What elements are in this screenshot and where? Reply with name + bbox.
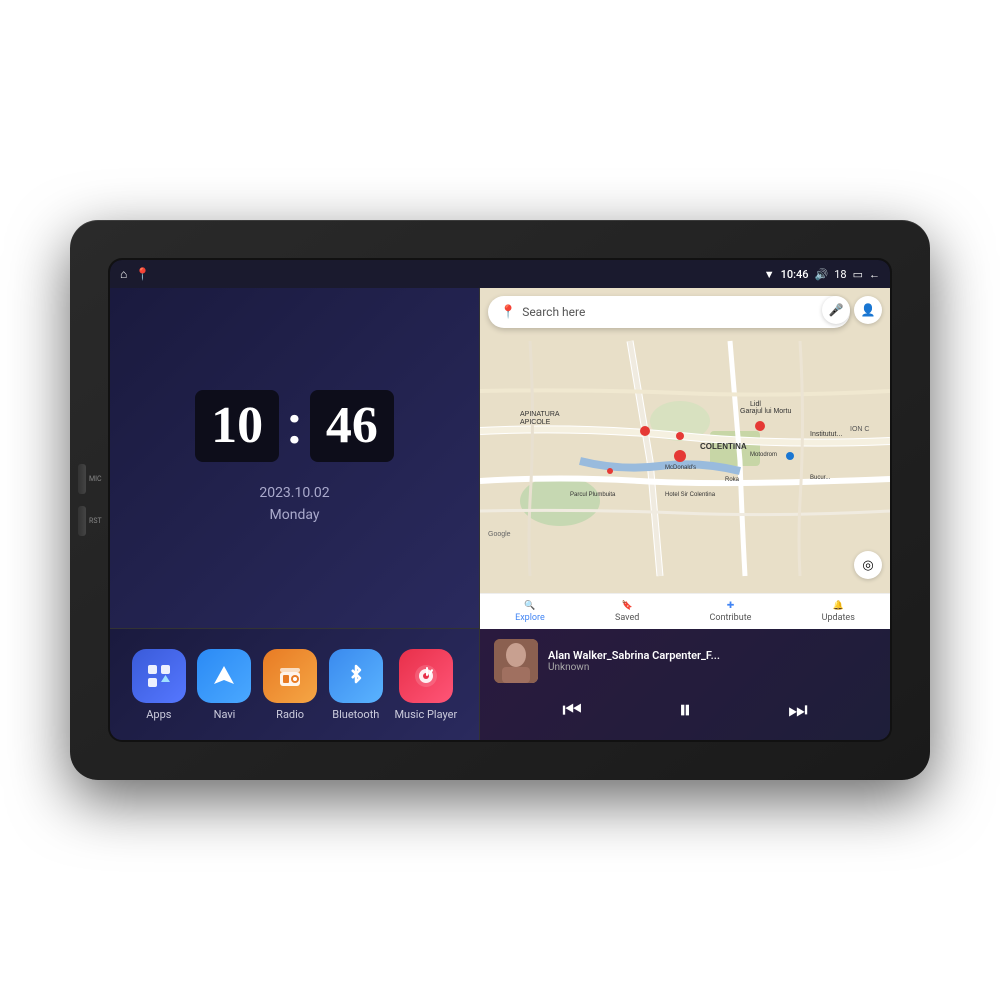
saved-label: Saved — [615, 613, 639, 623]
bluetooth-icon-box — [329, 649, 383, 703]
music-info-row: Alan Walker_Sabrina Carpenter_F... Unkno… — [494, 639, 876, 683]
explore-label: Explore — [515, 613, 545, 623]
app-item-bluetooth[interactable]: Bluetooth — [329, 649, 383, 721]
map-search-right-buttons: 🎤 👤 — [822, 296, 882, 324]
album-art — [494, 639, 538, 683]
play-pause-button[interactable]: ⏸ — [678, 695, 691, 726]
app-item-music[interactable]: Music Player — [394, 649, 457, 721]
music-artist: Unknown — [548, 662, 876, 673]
map-updates-tab[interactable]: 🔔 Updates — [822, 601, 855, 623]
status-bar-right: ▼ 10:46 🔊 18 ▭ ← — [764, 268, 880, 281]
bluetooth-label: Bluetooth — [332, 708, 379, 721]
main-content: 10 : 46 2023.10.02 Monday — [110, 288, 890, 740]
music-widget: Alan Walker_Sabrina Carpenter_F... Unkno… — [480, 629, 890, 740]
volume-level: 18 — [834, 268, 846, 281]
clock-display: 10 : 46 — [195, 390, 394, 462]
map-widget[interactable]: APINATURA APICOLE Garajul lui Mortu COLE… — [480, 288, 890, 629]
back-icon[interactable]: ← — [869, 268, 880, 281]
map-account-button[interactable]: 👤 — [854, 296, 882, 324]
updates-label: Updates — [822, 613, 855, 623]
svg-text:Motodrom: Motodrom — [750, 452, 777, 458]
svg-text:Lidl: Lidl — [750, 401, 761, 408]
status-time: 10:46 — [781, 268, 809, 281]
svg-text:Garajul lui Mortu: Garajul lui Mortu — [740, 408, 791, 415]
app-item-radio[interactable]: Radio — [263, 649, 317, 721]
music-title: Alan Walker_Sabrina Carpenter_F... — [548, 649, 876, 662]
map-search-text: Search here — [522, 305, 585, 319]
map-svg: APINATURA APICOLE Garajul lui Mortu COLE… — [480, 288, 890, 629]
car-unit: MIC RST ⌂ 📍 ▼ 10:46 🔊 18 ▭ ← — [70, 220, 930, 780]
explore-icon: 🔍 — [524, 601, 535, 611]
map-background: APINATURA APICOLE Garajul lui Mortu COLE… — [480, 288, 890, 629]
rst-button[interactable] — [78, 506, 86, 536]
rst-label: RST — [89, 517, 104, 525]
svg-text:APICOLE: APICOLE — [520, 419, 551, 426]
svg-text:ION C: ION C — [850, 426, 869, 433]
music-controls: ⏮ ⏸ ⏭ — [494, 691, 876, 730]
map-search-icon: 📍 — [500, 305, 516, 320]
radio-label: Radio — [276, 708, 304, 721]
apps-row: Apps Navi — [110, 629, 480, 740]
contribute-icon: ✚ — [727, 601, 735, 611]
music-details: Alan Walker_Sabrina Carpenter_F... Unkno… — [548, 649, 876, 673]
navi-icon — [197, 649, 251, 703]
svg-text:Hotel Sir Colentina: Hotel Sir Colentina — [665, 492, 716, 498]
svg-text:McDonald's: McDonald's — [665, 465, 696, 471]
music-icon-box — [399, 649, 453, 703]
map-compass[interactable]: ◎ — [854, 551, 882, 579]
app-item-navi[interactable]: Navi — [197, 649, 251, 721]
svg-text:Google: Google — [488, 531, 511, 538]
map-mic-button[interactable]: 🎤 — [822, 296, 850, 324]
map-contribute-tab[interactable]: ✚ Contribute — [710, 601, 752, 623]
screen: ⌂ 📍 ▼ 10:46 🔊 18 ▭ ← 10 : — [110, 260, 890, 740]
clock-colon: : — [287, 400, 302, 452]
mic-button[interactable] — [78, 464, 86, 494]
apps-label: Apps — [146, 708, 171, 721]
side-buttons: MIC RST — [78, 464, 104, 536]
svg-text:COLENTINA: COLENTINA — [700, 442, 747, 451]
status-bar-left: ⌂ 📍 — [120, 267, 150, 281]
radio-icon-box — [263, 649, 317, 703]
window-icon: ▭ — [853, 268, 863, 281]
map-icon[interactable]: 📍 — [135, 267, 150, 281]
clock-widget: 10 : 46 2023.10.02 Monday — [110, 288, 480, 629]
volume-icon: 🔊 — [815, 268, 829, 281]
svg-text:Roka: Roka — [725, 477, 740, 483]
svg-text:Parcul Plumbuita: Parcul Plumbuita — [570, 492, 616, 498]
clock-minute-box: 46 — [310, 390, 394, 462]
contribute-label: Contribute — [710, 613, 752, 623]
wifi-signal-icon: ▼ — [764, 268, 775, 281]
updates-icon: 🔔 — [833, 601, 844, 611]
album-img — [494, 639, 538, 683]
map-search-bar[interactable]: 📍 Search here — [488, 296, 850, 328]
svg-text:APINATURA: APINATURA — [520, 411, 560, 418]
map-explore-tab[interactable]: 🔍 Explore — [515, 601, 545, 623]
navi-label: Navi — [214, 708, 236, 721]
svg-text:Institutut...: Institutut... — [810, 431, 842, 438]
mic-label: MIC — [89, 475, 104, 483]
clock-hour: 10 — [211, 397, 263, 454]
apps-icon — [132, 649, 186, 703]
clock-minute: 46 — [326, 397, 378, 454]
saved-icon: 🔖 — [622, 601, 633, 611]
map-bottom-bar: 🔍 Explore 🔖 Saved ✚ Contribute 🔔 — [480, 593, 890, 629]
clock-date: 2023.10.02 Monday — [259, 482, 329, 527]
home-icon[interactable]: ⌂ — [120, 267, 127, 281]
status-bar: ⌂ 📍 ▼ 10:46 🔊 18 ▭ ← — [110, 260, 890, 288]
next-button[interactable]: ⏭ — [788, 698, 808, 723]
map-saved-tab[interactable]: 🔖 Saved — [615, 601, 639, 623]
clock-hour-box: 10 — [195, 390, 279, 462]
svg-text:Bucur...: Bucur... — [810, 475, 831, 481]
prev-button[interactable]: ⏮ — [562, 698, 582, 723]
app-item-apps[interactable]: Apps — [132, 649, 186, 721]
music-player-label: Music Player — [394, 708, 457, 721]
